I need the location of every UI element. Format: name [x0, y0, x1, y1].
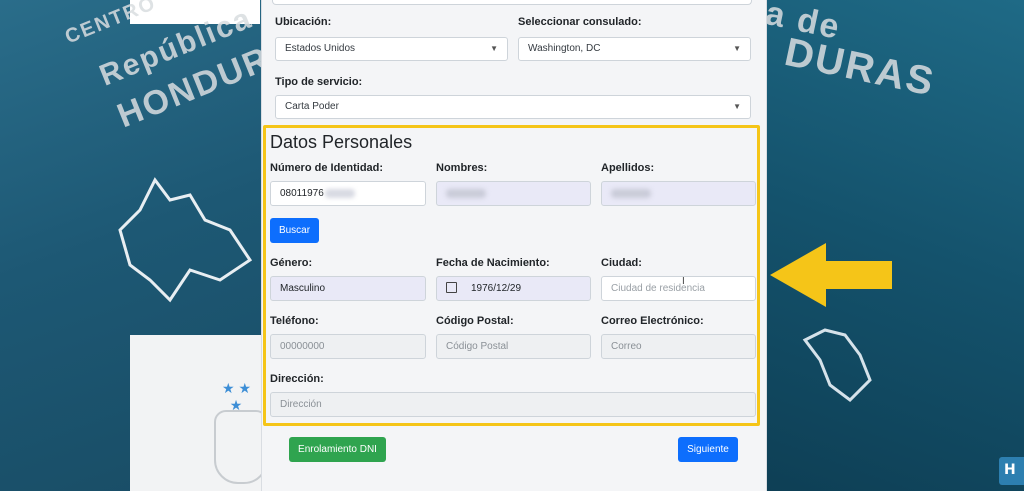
fecha-nacimiento-input[interactable]: 1976/12/29: [436, 276, 591, 301]
blurred-digits: [324, 188, 355, 198]
apellidos-label: Apellidos:: [601, 162, 655, 174]
fecha-nacimiento-value: 1976/12/29: [471, 283, 522, 294]
correo-placeholder: Correo: [611, 341, 642, 352]
telefono-placeholder: 00000000: [280, 341, 325, 352]
nombres-label: Nombres:: [436, 162, 488, 174]
consulado-value: Washington, DC: [528, 43, 601, 54]
buscar-button[interactable]: Buscar: [270, 218, 319, 243]
ciudad-input[interactable]: Ciudad de residencia: [601, 276, 756, 301]
genero-value: Masculino: [280, 283, 326, 294]
channel-logo-icon: H: [999, 457, 1024, 485]
blurred-nombres: [446, 188, 486, 198]
codigo-postal-placeholder: Código Postal: [446, 341, 509, 352]
siguiente-button[interactable]: Siguiente: [678, 437, 738, 462]
ubicacion-label: Ubicación:: [275, 16, 332, 28]
map-outline-right-icon: [802, 328, 872, 402]
direccion-placeholder: Dirección: [280, 399, 322, 410]
calendar-icon: [446, 281, 457, 293]
telefono-label: Teléfono:: [270, 315, 319, 327]
codigo-postal-input[interactable]: Código Postal: [436, 334, 591, 359]
star-icon: ★ ★ ★: [222, 380, 251, 413]
top-field-edge: [272, 0, 752, 5]
enrolamiento-dni-button[interactable]: Enrolamiento DNI: [289, 437, 386, 462]
ubicacion-value: Estados Unidos: [285, 43, 356, 54]
caret-down-icon: ▼: [733, 44, 741, 53]
telefono-input[interactable]: 00000000: [270, 334, 426, 359]
numero-identidad-value: 08011976: [280, 188, 324, 199]
caret-down-icon: ▼: [490, 44, 498, 53]
blurred-apellidos: [611, 188, 651, 198]
consulado-label: Seleccionar consulado:: [518, 16, 642, 28]
tipo-servicio-label: Tipo de servicio:: [275, 76, 363, 88]
coat-of-arms-icon: [214, 410, 268, 484]
codigo-postal-label: Código Postal:: [436, 315, 514, 327]
tipo-servicio-value: Carta Poder: [285, 101, 339, 112]
ciudad-label: Ciudad:: [601, 257, 642, 269]
direccion-label: Dirección:: [270, 373, 324, 385]
fecha-nacimiento-label: Fecha de Nacimiento:: [436, 257, 550, 269]
ubicacion-select[interactable]: Estados Unidos ▼: [275, 37, 508, 61]
correo-label: Correo Electrónico:: [601, 315, 704, 327]
arrow-left-icon: [770, 243, 892, 307]
caret-down-icon: ▼: [733, 102, 741, 111]
direccion-input[interactable]: Dirección: [270, 392, 756, 417]
ciudad-placeholder: Ciudad de residencia: [611, 283, 705, 294]
numero-identidad-input[interactable]: 08011976: [270, 181, 426, 206]
apellidos-input[interactable]: [601, 181, 756, 206]
nombres-input[interactable]: [436, 181, 591, 206]
numero-identidad-label: Número de Identidad:: [270, 162, 384, 174]
genero-input[interactable]: Masculino: [270, 276, 426, 301]
text-cursor-icon: I: [682, 276, 685, 287]
consulado-select[interactable]: Washington, DC ▼: [518, 37, 751, 61]
tipo-servicio-select[interactable]: Carta Poder ▼: [275, 95, 751, 119]
correo-input[interactable]: Correo: [601, 334, 756, 359]
genero-label: Género:: [270, 257, 313, 269]
section-title: Datos Personales: [270, 132, 413, 152]
map-outline-icon: [118, 177, 253, 303]
